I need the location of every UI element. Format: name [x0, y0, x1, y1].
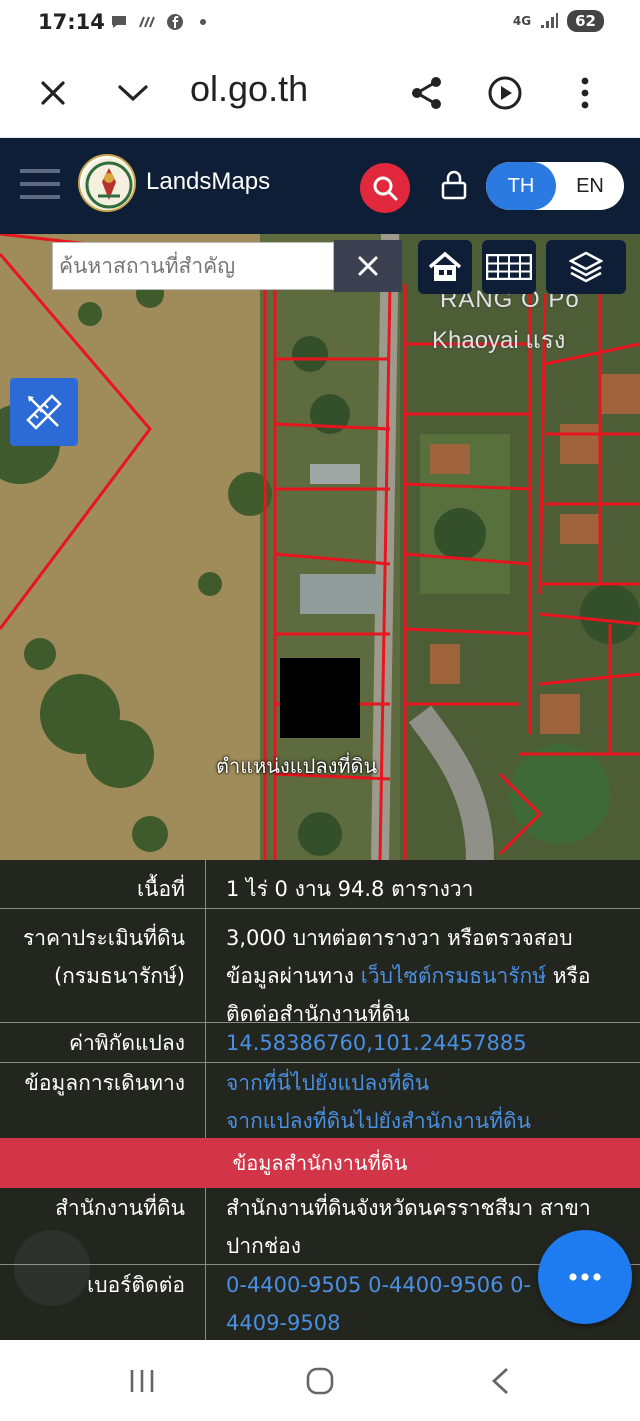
area-label: เนื้อที่	[0, 860, 206, 908]
close-tab-button[interactable]	[30, 70, 76, 116]
price-value: 3,000 บาทต่อตารางวา หรือตรวจสอบ ข้อมูลผ่…	[226, 909, 640, 1033]
search-button[interactable]	[360, 163, 410, 213]
info-ghost-button	[14, 1230, 90, 1306]
grid-button[interactable]	[482, 240, 536, 294]
back-button[interactable]	[480, 1364, 520, 1398]
info-row-coord: ค่าพิกัดแปลง 14.58386760,101.24457885	[0, 1022, 640, 1062]
chevron-down-icon	[118, 85, 148, 102]
lang-en-button[interactable]: EN	[556, 162, 624, 210]
chat-icon	[112, 16, 126, 28]
measure-tool-button[interactable]	[10, 378, 78, 446]
share-button[interactable]	[404, 70, 450, 116]
layers-icon	[569, 251, 603, 283]
info-row-area: เนื้อที่ 1 ไร่ 0 งาน 94.8 ตารางวา	[0, 860, 640, 908]
info-row-travel: ข้อมูลการเดินทาง จากที่นี่ไปยังแปลงที่ดิ…	[0, 1062, 640, 1138]
menu-icon[interactable]	[20, 168, 60, 200]
status-right: 4G 62	[513, 10, 604, 32]
lang-th-button[interactable]: TH	[486, 162, 556, 210]
coord-link[interactable]: 14.58386760,101.24457885	[226, 1023, 640, 1062]
play-icon	[488, 76, 522, 110]
share-icon	[412, 77, 441, 109]
network-type: 4G	[512, 14, 532, 28]
price-line2-text: ข้อมูลผ่านทาง	[226, 964, 361, 988]
price-line2-suffix: หรือ	[546, 964, 591, 988]
status-bar: 17:14 4G 62	[0, 0, 640, 48]
coord-value[interactable]: 14.58386760,101.24457885	[226, 1031, 527, 1055]
redacted-marker	[280, 658, 360, 738]
status-notification-icons	[110, 13, 212, 31]
info-row-price: ราคาประเมินที่ดิน (กรมธนารักษ์) 3,000 บา…	[0, 908, 640, 1026]
more-actions-fab[interactable]	[538, 1230, 632, 1324]
home-nav-button[interactable]	[300, 1364, 340, 1398]
coord-label: ค่าพิกัดแปลง	[0, 1023, 206, 1062]
home-circle-icon	[306, 1367, 334, 1395]
battery-level: 62	[567, 10, 604, 32]
parcel-location-label: ตำแหน่งแปลงที่ดิน	[216, 754, 378, 778]
system-nav-bar	[0, 1340, 640, 1421]
clear-search-button[interactable]	[334, 240, 402, 292]
price-line2: ข้อมูลผ่านทาง เว็บไซต์กรมธนารักษ์ หรือ	[226, 957, 640, 995]
travel-links: จากที่นี่ไปยังแปลงที่ดิน จากแปลงที่ดินไป…	[226, 1063, 640, 1140]
status-time: 17:14	[38, 10, 105, 34]
wifi-calling-icon	[139, 16, 155, 28]
land-office-section-header: ข้อมูลสำนักงานที่ดิน	[0, 1138, 640, 1188]
dot-icon	[200, 19, 206, 25]
brand-name: LandsMaps	[146, 168, 271, 195]
signal-icon	[541, 13, 559, 28]
more-vert-icon	[581, 77, 589, 109]
browser-toolbar: ol.go.th	[0, 48, 640, 138]
home-button[interactable]	[418, 240, 472, 294]
logo-emblem-icon	[82, 158, 134, 210]
app-header: LandsMaps TH EN	[0, 138, 640, 234]
url-text[interactable]: ol.go.th	[190, 68, 308, 110]
play-button[interactable]	[482, 70, 528, 116]
route-to-office-link[interactable]: จากแปลงที่ดินไปยังสำนักงานที่ดิน	[226, 1102, 640, 1140]
route-to-parcel-link[interactable]: จากที่นี่ไปยังแปลงที่ดิน	[226, 1064, 640, 1102]
ruler-pencil-icon	[26, 394, 62, 430]
more-horiz-icon	[569, 1273, 601, 1281]
back-icon	[491, 1367, 508, 1395]
place-search-input[interactable]	[53, 243, 333, 289]
area-value: 1 ไร่ 0 งาน 94.8 ตารางวา	[226, 877, 474, 901]
price-label: ราคาประเมินที่ดิน (กรมธนารักษ์)	[0, 909, 206, 1022]
more-options-button[interactable]	[562, 70, 608, 116]
travel-label: ข้อมูลการเดินทาง	[0, 1063, 206, 1138]
treasury-website-link[interactable]: เว็บไซต์กรมธนารักษ์	[361, 964, 546, 988]
close-icon	[358, 256, 378, 276]
language-toggle: TH EN	[486, 162, 624, 210]
map-place-label-2: Khaoyai แรง	[432, 327, 566, 354]
office-line1: สำนักงานที่ดินจังหวัดนครราชสีมา สาขา	[226, 1196, 591, 1220]
price-line1: 3,000 บาทต่อตารางวา หรือตรวจสอบ	[226, 926, 573, 950]
close-icon	[41, 81, 65, 105]
recents-icon	[130, 1370, 154, 1392]
price-label-line1: ราคาประเมินที่ดิน	[22, 926, 185, 950]
recent-apps-button[interactable]	[122, 1364, 162, 1398]
map-view[interactable]: RANG O Po Khaoyai แรง ตำแหน่งแปลงที่ดิน	[0, 234, 640, 860]
price-label-line2: (กรมธนารักษ์)	[53, 964, 185, 988]
grid-icon	[486, 254, 532, 280]
layers-button[interactable]	[546, 240, 626, 294]
home-icon	[428, 251, 462, 281]
place-search-box[interactable]	[52, 242, 334, 290]
collapse-button[interactable]	[110, 70, 156, 116]
landsmaps-logo	[78, 154, 136, 212]
facebook-icon	[167, 14, 183, 30]
search-icon	[373, 176, 398, 201]
lock-icon[interactable]	[440, 170, 468, 200]
